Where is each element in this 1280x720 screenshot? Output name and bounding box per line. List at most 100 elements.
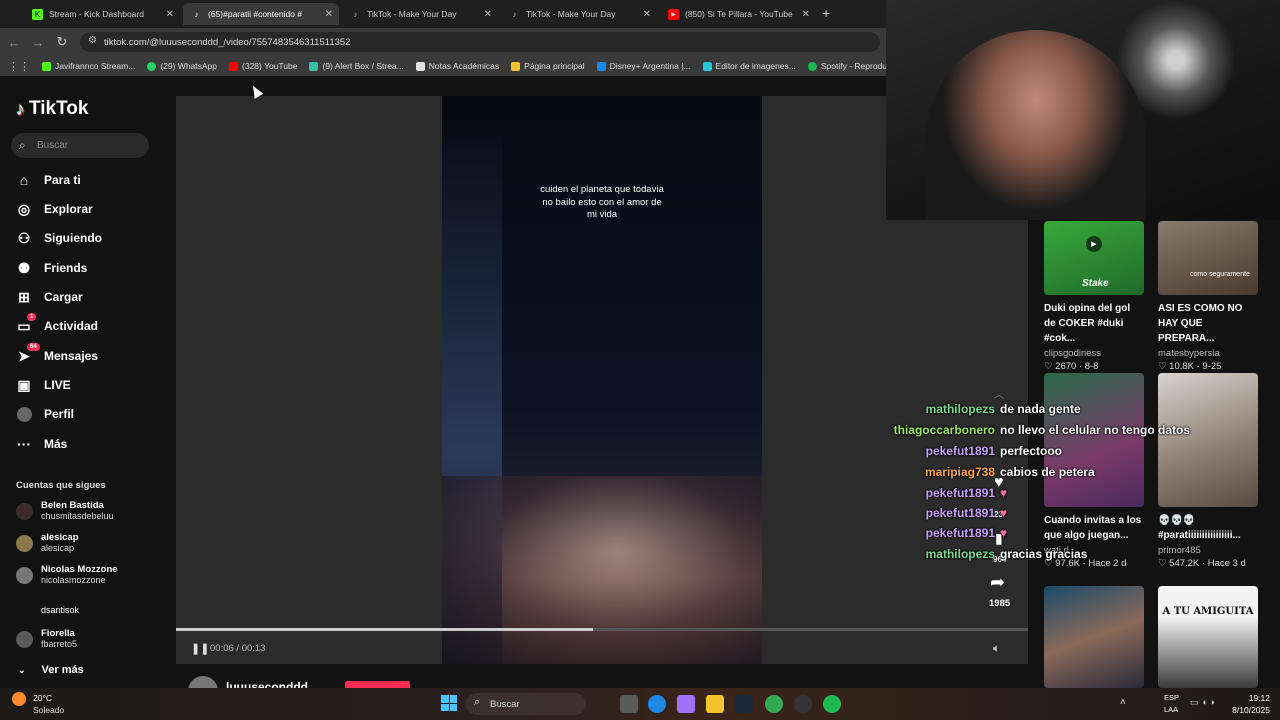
browser-tab[interactable]: ▶ (850) Si Te Pillara - YouTube ✕ xyxy=(660,3,816,25)
taskbar-search[interactable]: ⌕ Buscar xyxy=(466,693,586,715)
browser-tab[interactable]: K Stream - Kick Dashboard ✕ xyxy=(24,3,180,25)
windows-taskbar: 20°C Soleado ⌕ Buscar ˄ ESP LAA ▭◖◗ 19:1… xyxy=(0,688,1280,720)
bookmark-item[interactable]: (328) YouTube xyxy=(223,61,303,71)
chat-username: pekefut1891 xyxy=(925,486,995,500)
video-card[interactable]: A TU AMIGUITA xyxy=(1158,586,1258,688)
task-view-icon[interactable] xyxy=(620,695,638,713)
video-progress-fill xyxy=(176,628,594,631)
bookmark-item[interactable]: Editor de imagenes... xyxy=(697,61,802,71)
tiktok-icon: ♪ xyxy=(16,98,25,119)
browser-tab[interactable]: ♪ TikTok - Make Your Day ✕ xyxy=(501,3,657,25)
video-thumbnail: como seguramente xyxy=(1158,221,1258,295)
url-text: tiktok.com/@luuuseconddd_/video/75574835… xyxy=(104,36,351,48)
youtube-icon xyxy=(229,61,239,71)
forward-icon[interactable]: → xyxy=(26,35,50,50)
weather-icon xyxy=(12,692,26,706)
close-icon[interactable]: ✕ xyxy=(484,9,492,20)
close-icon[interactable]: ✕ xyxy=(802,9,810,20)
following-icon: ⚇ xyxy=(17,229,31,246)
following-account[interactable]: alesicap alesicap xyxy=(16,532,79,554)
bookmark-item[interactable]: Notas Académicas xyxy=(410,61,505,71)
friends-icon: ⚉ xyxy=(17,259,31,276)
compass-icon: ◎ xyxy=(17,200,31,217)
language-indicator[interactable]: ESP xyxy=(1164,693,1179,702)
sidebar-item-explorar[interactable]: ◎ Explorar xyxy=(16,201,93,217)
chrome-icon[interactable] xyxy=(765,695,783,713)
clock-time[interactable]: 19:12 xyxy=(1218,693,1270,703)
home-icon: ⌂ xyxy=(19,172,29,188)
steam-icon[interactable] xyxy=(735,695,753,713)
obs-icon[interactable] xyxy=(794,695,812,713)
video-thumbnail: ▶ Stake xyxy=(1044,221,1144,295)
browser-tab-active[interactable]: ♪ (65)#paratii #contenido # ✕ xyxy=(183,3,339,25)
following-account[interactable]: Fiorella fbarreto5 xyxy=(16,628,77,650)
system-tray-icons[interactable]: ▭◖◗ xyxy=(1190,697,1218,708)
copilot-icon[interactable] xyxy=(677,695,695,713)
file-explorer-icon[interactable] xyxy=(706,695,724,713)
close-icon[interactable]: ✕ xyxy=(325,9,333,20)
sidebar-item-cargar[interactable]: ⊞ Cargar xyxy=(16,289,83,305)
volume-icon[interactable]: 🔈︎ xyxy=(993,641,1000,656)
avatar xyxy=(16,502,33,520)
back-icon[interactable]: ← xyxy=(2,35,26,50)
search-input[interactable]: ⌕ Buscar xyxy=(11,133,149,158)
avatar xyxy=(16,630,33,648)
video-card[interactable]: ▶ Stake Duki opina del gol de COKER #duk… xyxy=(1044,221,1144,372)
bookmark-item[interactable]: Javifrannco Stream... xyxy=(36,61,141,71)
windows-start-icon[interactable] xyxy=(441,695,457,711)
chat-message: no llevo el celular no tengo datos xyxy=(1000,423,1191,437)
see-more-button[interactable]: ⌄ Ver más xyxy=(16,664,84,676)
spotify-icon[interactable] xyxy=(823,695,841,713)
sidebar-item-live[interactable]: ▣ LIVE xyxy=(16,377,70,393)
bookmark-item[interactable]: (29) WhatsApp xyxy=(141,61,223,71)
apps-icon[interactable]: ⋮⋮ xyxy=(0,60,36,73)
site-info-icon[interactable]: ⚙ xyxy=(88,35,97,46)
streamer xyxy=(926,30,1146,220)
video-card[interactable]: 💀💀💀 #paratiiiiiiiiiiiiiiii... primor485 … xyxy=(1158,373,1258,569)
share-icon[interactable]: ➦ xyxy=(990,572,1005,593)
video-card[interactable] xyxy=(1044,586,1144,688)
chevron-up-icon[interactable]: ︿ xyxy=(994,386,1004,401)
browser-tab[interactable]: ♪ TikTok - Make Your Day ✕ xyxy=(342,3,498,25)
video-player[interactable] xyxy=(442,96,762,664)
chat-message: cabios de petera xyxy=(1000,465,1095,479)
close-icon[interactable]: ✕ xyxy=(643,9,651,20)
bookmark-item[interactable]: Disney+ Argentina |... xyxy=(591,61,697,71)
reload-icon[interactable]: ↻ xyxy=(50,34,74,50)
video-card[interactable]: como seguramente ASI ES COMO NO HAY QUE … xyxy=(1158,221,1258,372)
bookmark-item[interactable]: (9) Alert Box / Strea... xyxy=(303,61,409,71)
following-account[interactable]: Nicolas Mozzone nicolasmozzone xyxy=(16,564,118,586)
play-icon: ▶ xyxy=(1086,236,1102,252)
avatar xyxy=(16,534,33,552)
share-count: 1985 xyxy=(989,598,1011,609)
sidebar-item-friends[interactable]: ⚉ Friends xyxy=(16,259,88,276)
bookmark-item[interactable]: Página principal xyxy=(505,61,590,71)
following-account[interactable]: dsantisok xyxy=(16,602,79,619)
avatar xyxy=(16,566,33,584)
keyboard-layout[interactable]: LAA xyxy=(1164,705,1178,714)
clock-date[interactable]: 8/10/2025 xyxy=(1218,705,1270,715)
close-icon[interactable]: ✕ xyxy=(166,9,174,20)
chat-username: maripiag738 xyxy=(924,465,995,479)
pause-icon[interactable]: ❚❚ xyxy=(191,642,209,655)
sidebar-item-mas[interactable]: ··· Más xyxy=(16,436,67,452)
chevron-up-icon[interactable]: ˄ xyxy=(1120,697,1126,708)
notification-badge: 64 xyxy=(27,343,40,351)
youtube-icon: ▶ xyxy=(668,8,679,20)
new-tab-button[interactable]: + xyxy=(822,5,830,21)
edge-icon[interactable] xyxy=(648,695,666,713)
crowd xyxy=(442,476,762,664)
sidebar-item-mensajes[interactable]: ➤ 64 Mensajes xyxy=(16,343,98,364)
tiktok-logo[interactable]: ♪ TikTok xyxy=(16,98,88,120)
sidebar-item-siguiendo[interactable]: ⚇ Siguiendo xyxy=(16,230,102,246)
sidebar-item-perfil[interactable]: Perfil xyxy=(16,406,74,422)
chat-username: pekefut1891 xyxy=(925,444,995,458)
sidebar-item-actividad[interactable]: ▭ 1 Actividad xyxy=(16,313,98,334)
browser-tab-bar: K Stream - Kick Dashboard ✕ ♪ (65)#parat… xyxy=(0,0,886,28)
tab-label: (850) Si Te Pillara - YouTube xyxy=(685,9,793,19)
url-input[interactable]: ⚙ tiktok.com/@luuuseconddd_/video/755748… xyxy=(80,32,880,52)
sidebar-item-para-ti[interactable]: ⌂ Para ti xyxy=(16,172,81,188)
disney-icon xyxy=(596,61,606,71)
messages-icon: ➤ 64 xyxy=(16,343,40,364)
following-account[interactable]: Belen Bastida chusmitasdebeluu xyxy=(16,500,114,522)
